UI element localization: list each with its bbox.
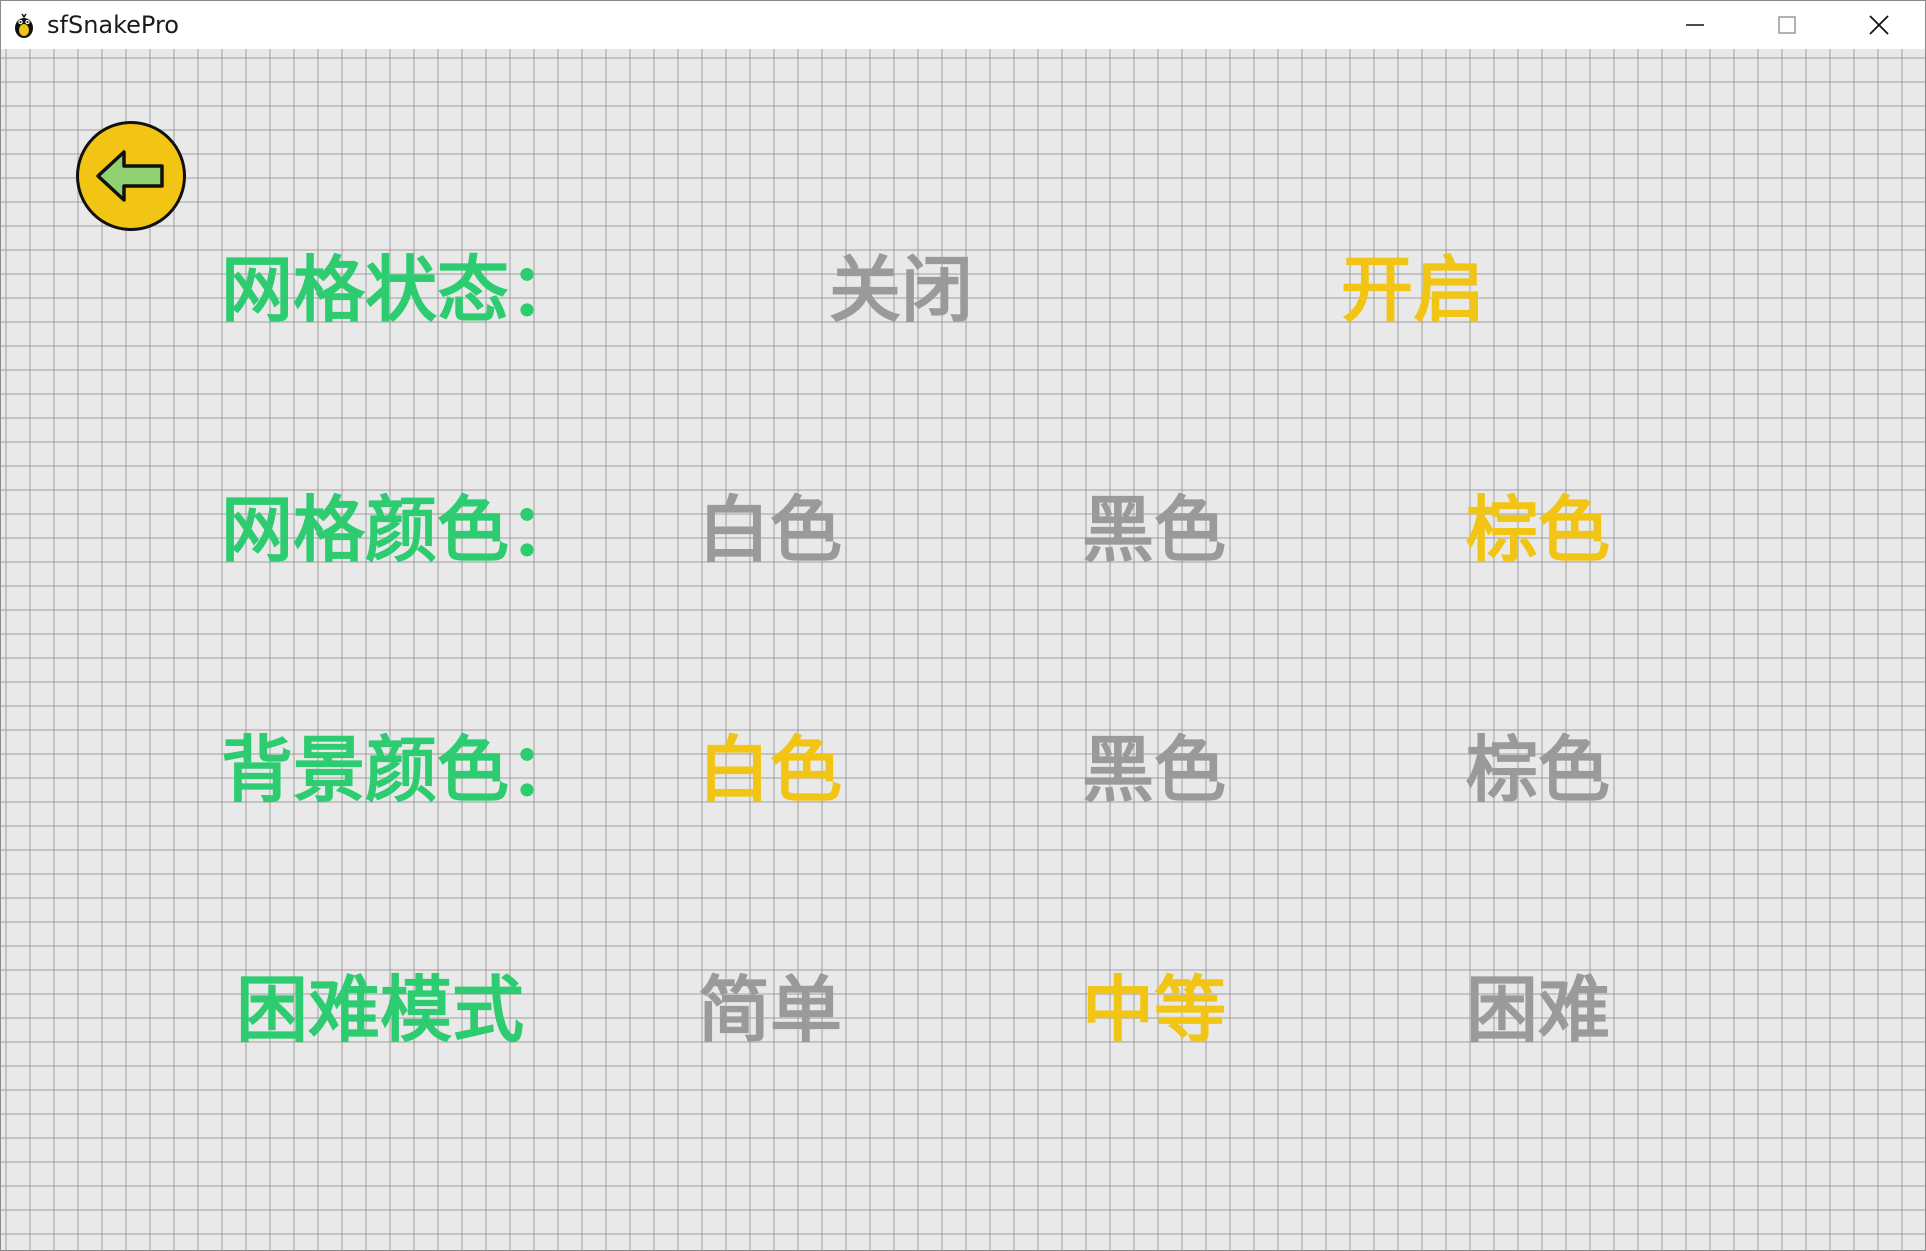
bg-color-option-white[interactable]: 白色 (698, 734, 842, 806)
difficulty-label: 困难模式 (236, 968, 525, 1052)
grid-state-option-off[interactable]: 关闭 (829, 254, 973, 326)
difficulty-option-easy[interactable]: 简单 (698, 974, 842, 1046)
back-button[interactable] (76, 121, 186, 231)
difficulty-option-hard[interactable]: 困难 (1466, 974, 1610, 1046)
title-bar[interactable]: sfSnakePro (1, 1, 1925, 49)
close-button[interactable] (1833, 1, 1925, 49)
difficulty-option-medium[interactable]: 中等 (1082, 974, 1226, 1046)
snake-app-icon (11, 10, 37, 40)
grid-color-option-white[interactable]: 白色 (698, 494, 842, 566)
grid-color-label: 网格颜色： (221, 488, 582, 572)
settings-canvas: 网格状态： 关闭 开启 网格颜色： 白色 黑色 棕色 背景颜色： 白色 黑色 棕… (1, 49, 1925, 1250)
window-controls (1649, 1, 1925, 49)
minimize-icon (1686, 24, 1704, 26)
grid-state-option-on[interactable]: 开启 (1341, 254, 1485, 326)
maximize-button[interactable] (1741, 1, 1833, 49)
bg-color-label: 背景颜色： (221, 728, 582, 812)
grid-color-option-black[interactable]: 黑色 (1082, 494, 1226, 566)
bg-color-option-black[interactable]: 黑色 (1082, 734, 1226, 806)
maximize-icon (1778, 16, 1796, 34)
bg-color-option-brown[interactable]: 棕色 (1466, 734, 1610, 806)
arrow-left-icon (96, 150, 164, 202)
window-title: sfSnakePro (47, 11, 179, 39)
close-icon (1869, 15, 1889, 35)
app-window: sfSnakePro 网格状态： 关闭 开启 网格颜色： 白色 黑色 棕色 背景… (0, 0, 1926, 1251)
grid-state-label: 网格状态： (221, 248, 582, 332)
grid-color-option-brown[interactable]: 棕色 (1466, 494, 1610, 566)
minimize-button[interactable] (1649, 1, 1741, 49)
